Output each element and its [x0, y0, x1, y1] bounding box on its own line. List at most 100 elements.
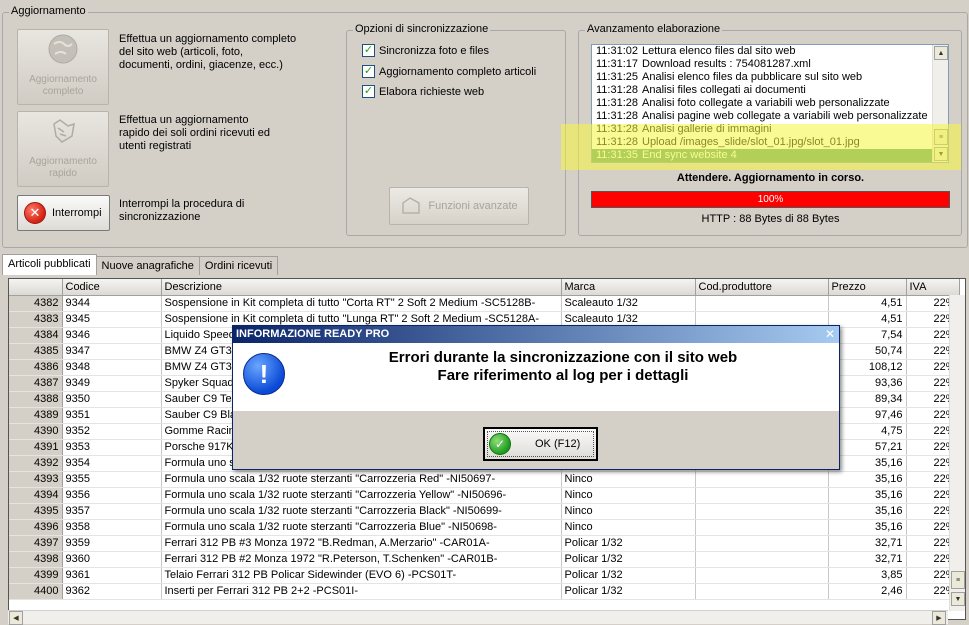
- table-cell: Formula uno scala 1/32 ruote sterzanti "…: [161, 519, 562, 536]
- table-cell: 9356: [62, 487, 162, 504]
- table-cell: Ninco: [561, 503, 696, 520]
- table-cell: Policar 1/32: [561, 551, 696, 568]
- log-row[interactable]: 11:31:17 Download results : 754081287.xml: [592, 58, 934, 71]
- log-row[interactable]: 11:31:28 Analisi gallerie di immagini: [592, 123, 934, 136]
- table-row[interactable]: 4393 9355 Formula uno scala 1/32 ruote ste…: [9, 471, 960, 488]
- log-time: 11:31:28: [596, 110, 639, 122]
- full-update-button[interactable]: Aggiornamento completo: [17, 29, 109, 105]
- option-web-requests[interactable]: ✓ Elabora richieste web: [362, 85, 484, 98]
- quick-update-description: Effettua un aggiornamento rapido dei sol…: [119, 114, 271, 152]
- scroll-thumb[interactable]: ≡: [934, 129, 948, 145]
- stop-button[interactable]: ✕ Interrompi: [17, 195, 110, 231]
- table-row[interactable]: 4398 9360 Ferrari 312 PB #2 Monza 1972 "R.…: [9, 551, 960, 568]
- checkbox-sync-photos[interactable]: ✓: [362, 44, 375, 57]
- log-text: Lettura elenco files dal sito web: [642, 45, 796, 57]
- table-cell: 35,16: [828, 503, 907, 520]
- table-row[interactable]: 4382 9344 Sospensione in Kit completa di t…: [9, 295, 960, 312]
- table-row[interactable]: 4394 9356 Formula uno scala 1/32 ruote ste…: [9, 487, 960, 504]
- status-text: Attendere. Aggiornamento in corso.: [676, 172, 865, 184]
- group-avanzamento-title: Avanzamento elaborazione: [585, 23, 723, 35]
- hand-icon: [53, 119, 75, 143]
- column-header[interactable]: IVA: [906, 279, 960, 296]
- option-sync-photos[interactable]: ✓ Sincronizza foto e files: [362, 44, 489, 57]
- table-cell: 9358: [62, 519, 162, 536]
- column-header[interactable]: Descrizione: [161, 279, 562, 296]
- table-row[interactable]: 4395 9357 Formula uno scala 1/32 ruote ste…: [9, 503, 960, 520]
- log-row[interactable]: 11:31:25 Analisi elenco files da pubblica…: [592, 71, 934, 84]
- scroll-up-icon[interactable]: ▲: [934, 46, 948, 60]
- close-icon[interactable]: ✕: [825, 326, 835, 343]
- log-time: 11:31:25: [596, 71, 639, 83]
- grid-scroll-thumb[interactable]: ≡: [951, 571, 965, 589]
- info-icon: !: [243, 353, 285, 395]
- log-time: 11:31:35: [596, 149, 639, 161]
- progress-label: 100%: [757, 194, 784, 205]
- column-header[interactable]: Marca: [561, 279, 696, 296]
- table-cell: 4397: [9, 535, 63, 552]
- table-cell: 4389: [9, 407, 63, 424]
- table-cell: Ferrari 312 PB #2 Monza 1972 "R.Peterson…: [161, 551, 562, 568]
- table-cell: 35,16: [828, 471, 907, 488]
- table-cell: [695, 487, 829, 504]
- tab-ordini-ricevuti[interactable]: Ordini ricevuti: [198, 256, 279, 275]
- table-cell: 9352: [62, 423, 162, 440]
- full-update-label: Aggiornamento completo: [29, 74, 97, 97]
- advanced-functions-button[interactable]: Funzioni avanzate: [389, 187, 529, 225]
- column-header[interactable]: Cod.produttore: [695, 279, 829, 296]
- log-scrollbar[interactable]: ▲ ≡ ▼: [932, 45, 948, 162]
- table-cell: 3,85: [828, 567, 907, 584]
- log-text: Analisi files collegati ai documenti: [642, 84, 806, 96]
- log-text: Analisi elenco files da pubblicare sul s…: [642, 71, 863, 83]
- table-cell: 4393: [9, 471, 63, 488]
- group-aggiornamento-title: Aggiornamento: [9, 5, 88, 17]
- log-row[interactable]: 11:31:35 End sync website 4: [592, 149, 934, 162]
- table-cell: Policar 1/32: [561, 567, 696, 584]
- ok-label: OK (F12): [535, 438, 581, 450]
- tab-nuove-anagrafiche[interactable]: Nuove anagrafiche: [95, 256, 200, 275]
- column-header[interactable]: Codice: [62, 279, 162, 296]
- table-cell: 4390: [9, 423, 63, 440]
- grid-scrollbar[interactable]: ≡ ▼: [949, 295, 965, 611]
- column-header[interactable]: [9, 279, 63, 296]
- log-list[interactable]: 11:31:02 Lettura elenco files dal sito we…: [591, 44, 949, 163]
- progress-bar: 100%: [591, 191, 950, 208]
- log-row[interactable]: 11:31:28 Analisi files collegati ai docum…: [592, 84, 934, 97]
- table-cell: 4398: [9, 551, 63, 568]
- log-text: Analisi gallerie di immagini: [642, 123, 772, 135]
- table-cell: [695, 503, 829, 520]
- grid-scroll-down-icon[interactable]: ▼: [951, 592, 965, 606]
- checkmark-icon: ✓: [489, 433, 511, 455]
- table-cell: 9350: [62, 391, 162, 408]
- log-time: 11:31:02: [596, 45, 639, 57]
- log-row[interactable]: 11:31:28 Analisi pagine web collegate a v…: [592, 110, 934, 123]
- table-cell: [695, 471, 829, 488]
- quick-update-button[interactable]: Aggiornamento rapido: [17, 111, 109, 187]
- log-row[interactable]: 11:31:02 Lettura elenco files dal sito we…: [592, 45, 934, 58]
- table-cell: 4382: [9, 295, 63, 312]
- table-row[interactable]: 4399 9361 Telaio Ferrari 312 PB Policar Si…: [9, 567, 960, 584]
- info-dialog: INFORMAZIONE READY PRO ✕ ! Errori durant…: [232, 325, 840, 470]
- table-cell: 35,16: [828, 487, 907, 504]
- table-row[interactable]: 4397 9359 Ferrari 312 PB #3 Monza 1972 "B.…: [9, 535, 960, 552]
- checkbox-web-requests[interactable]: ✓: [362, 85, 375, 98]
- grid-hscrollbar[interactable]: ◀ ▶: [8, 610, 948, 625]
- checkbox-full-articles[interactable]: ✓: [362, 65, 375, 78]
- column-header[interactable]: Prezzo: [828, 279, 907, 296]
- table-row[interactable]: 4400 9362 Inserti per Ferrari 312 PB 2+2 -…: [9, 583, 960, 600]
- scroll-down-icon[interactable]: ▼: [934, 147, 948, 161]
- log-row[interactable]: 11:31:28 Upload /images_slide/slot_01.jpg…: [592, 136, 934, 149]
- option-full-articles[interactable]: ✓ Aggiornamento completo articoli: [362, 65, 536, 78]
- ok-button[interactable]: ✓ OK (F12): [483, 427, 598, 461]
- table-row[interactable]: 4396 9358 Formula uno scala 1/32 ruote ste…: [9, 519, 960, 536]
- dialog-title-bar: INFORMAZIONE READY PRO ✕: [233, 326, 839, 343]
- tab-articoli-pubblicati[interactable]: Articoli pubblicati: [2, 254, 97, 275]
- table-cell: 9357: [62, 503, 162, 520]
- log-row[interactable]: 11:31:28 Analisi foto collegate a variabi…: [592, 97, 934, 110]
- hscroll-left-icon[interactable]: ◀: [9, 611, 23, 625]
- table-cell: 2,46: [828, 583, 907, 600]
- table-cell: 4383: [9, 311, 63, 328]
- tools-icon: [402, 197, 421, 214]
- table-cell: 4384: [9, 327, 63, 344]
- log-time: 11:31:28: [596, 84, 639, 96]
- hscroll-right-icon[interactable]: ▶: [932, 611, 946, 625]
